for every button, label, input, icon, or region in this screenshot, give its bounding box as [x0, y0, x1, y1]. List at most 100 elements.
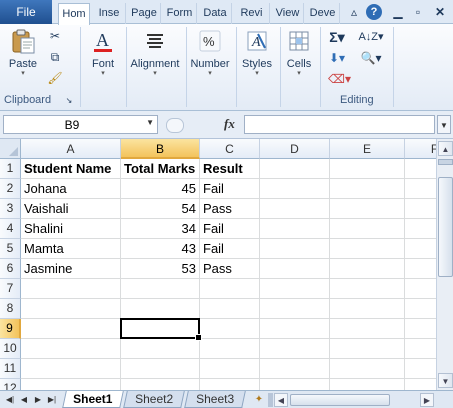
cell-f12[interactable]	[405, 379, 436, 390]
next-sheet-icon[interactable]: ▶	[32, 393, 44, 407]
cell-f5[interactable]	[405, 239, 436, 259]
cell-b9[interactable]	[121, 319, 200, 339]
row-header-11[interactable]: 11	[0, 359, 21, 379]
cell-f10[interactable]	[405, 339, 436, 359]
cell-a10[interactable]	[21, 339, 121, 359]
cell-c9[interactable]	[200, 319, 260, 339]
cell-c2[interactable]: Fail	[200, 179, 260, 199]
window-close-icon[interactable]: ✕	[432, 4, 448, 20]
last-sheet-icon[interactable]: ▶|	[46, 393, 58, 407]
cell-f7[interactable]	[405, 279, 436, 299]
row-header-12[interactable]: 12	[0, 379, 21, 390]
cell-b3[interactable]: 54	[121, 199, 200, 219]
cells-button[interactable]: Cells ▾	[282, 28, 316, 78]
row-header-8[interactable]: 8	[0, 299, 21, 319]
formula-input[interactable]	[244, 115, 435, 134]
tab-review[interactable]: Revi	[234, 3, 270, 24]
sheet-tab-sheet1[interactable]: Sheet1	[62, 391, 124, 408]
vertical-split-handle[interactable]	[438, 159, 453, 165]
cell-d4[interactable]	[260, 219, 330, 239]
tab-view[interactable]: View	[272, 3, 304, 24]
cell-f11[interactable]	[405, 359, 436, 379]
cell-b2[interactable]: 45	[121, 179, 200, 199]
row-header-2[interactable]: 2	[0, 179, 21, 199]
tab-file[interactable]: File	[0, 0, 52, 24]
copy-icon[interactable]: ⧉	[46, 49, 64, 65]
scroll-up-icon[interactable]: ▲	[438, 141, 453, 156]
cell-e1[interactable]	[330, 159, 405, 179]
cell-b7[interactable]	[121, 279, 200, 299]
cell-e3[interactable]	[330, 199, 405, 219]
row-header-7[interactable]: 7	[0, 279, 21, 299]
tab-insert[interactable]: Inse	[93, 3, 126, 24]
cell-a2[interactable]: Johana	[21, 179, 121, 199]
cell-c4[interactable]: Fail	[200, 219, 260, 239]
scroll-down-icon[interactable]: ▼	[438, 373, 453, 388]
column-header-a[interactable]: A	[21, 139, 121, 159]
cell-b5[interactable]: 43	[121, 239, 200, 259]
cell-e9[interactable]	[330, 319, 405, 339]
row-header-1[interactable]: 1	[0, 159, 21, 179]
insert-function-icon[interactable]: fx	[224, 116, 235, 132]
fill-icon[interactable]: ⬇▾	[328, 50, 346, 66]
name-box-dropdown-icon[interactable]: ▼	[146, 118, 154, 127]
cell-a9[interactable]	[21, 319, 121, 339]
alignment-button[interactable]: Alignment ▾	[128, 28, 182, 78]
number-button[interactable]: % Number ▾	[188, 28, 232, 78]
cell-a11[interactable]	[21, 359, 121, 379]
window-restore-icon[interactable]: ▫	[410, 4, 426, 20]
cell-c3[interactable]: Pass	[200, 199, 260, 219]
column-header-c[interactable]: C	[200, 139, 260, 159]
tab-data[interactable]: Data	[199, 3, 232, 24]
cell-f3[interactable]	[405, 199, 436, 219]
cell-e4[interactable]	[330, 219, 405, 239]
column-header-e[interactable]: E	[330, 139, 405, 159]
ribbon-minimize-icon[interactable]: ▵	[346, 4, 362, 20]
cell-c8[interactable]	[200, 299, 260, 319]
font-button[interactable]: A Font ▾	[86, 28, 120, 78]
column-header-d[interactable]: D	[260, 139, 330, 159]
window-minimize-icon[interactable]: ▁	[390, 4, 406, 20]
insert-sheet-icon[interactable]: ✦	[252, 393, 266, 406]
styles-button[interactable]: A Styles ▾	[238, 28, 276, 78]
row-header-9[interactable]: 9	[0, 319, 21, 339]
cell-d11[interactable]	[260, 359, 330, 379]
cell-b6[interactable]: 53	[121, 259, 200, 279]
cell-a12[interactable]	[21, 379, 121, 390]
cell-c10[interactable]	[200, 339, 260, 359]
cell-d3[interactable]	[260, 199, 330, 219]
cell-d10[interactable]	[260, 339, 330, 359]
tab-home[interactable]: Hom	[58, 3, 90, 25]
select-all-corner[interactable]	[0, 139, 21, 159]
row-header-4[interactable]: 4	[0, 219, 21, 239]
cell-e6[interactable]	[330, 259, 405, 279]
vertical-scroll-thumb[interactable]	[438, 177, 453, 277]
sheet-tab-sheet2[interactable]: Sheet2	[123, 391, 185, 408]
cell-a7[interactable]	[21, 279, 121, 299]
row-header-3[interactable]: 3	[0, 199, 21, 219]
cell-b12[interactable]	[121, 379, 200, 390]
cell-f2[interactable]	[405, 179, 436, 199]
horizontal-split-handle[interactable]	[268, 393, 273, 407]
cell-f6[interactable]	[405, 259, 436, 279]
prev-sheet-icon[interactable]: ◀	[18, 393, 30, 407]
cell-c1[interactable]: Result	[200, 159, 260, 179]
cell-b4[interactable]: 34	[121, 219, 200, 239]
cell-a8[interactable]	[21, 299, 121, 319]
cell-d8[interactable]	[260, 299, 330, 319]
cut-icon[interactable]: ✂	[46, 28, 64, 44]
row-header-10[interactable]: 10	[0, 339, 21, 359]
paste-button[interactable]: Paste ▾	[6, 28, 40, 78]
cell-f4[interactable]	[405, 219, 436, 239]
scroll-right-icon[interactable]: ▶	[420, 393, 434, 407]
cell-a1[interactable]: Student Name	[21, 159, 121, 179]
format-painter-icon[interactable]: 🖌	[46, 70, 64, 86]
cell-a4[interactable]: Shalini	[21, 219, 121, 239]
tab-developer[interactable]: Deve	[306, 3, 340, 24]
cell-b10[interactable]	[121, 339, 200, 359]
tab-formulas[interactable]: Form	[163, 3, 197, 24]
formula-expand-icon[interactable]: ▼	[437, 115, 451, 134]
cell-e12[interactable]	[330, 379, 405, 390]
cell-a3[interactable]: Vaishali	[21, 199, 121, 219]
cell-c5[interactable]: Fail	[200, 239, 260, 259]
